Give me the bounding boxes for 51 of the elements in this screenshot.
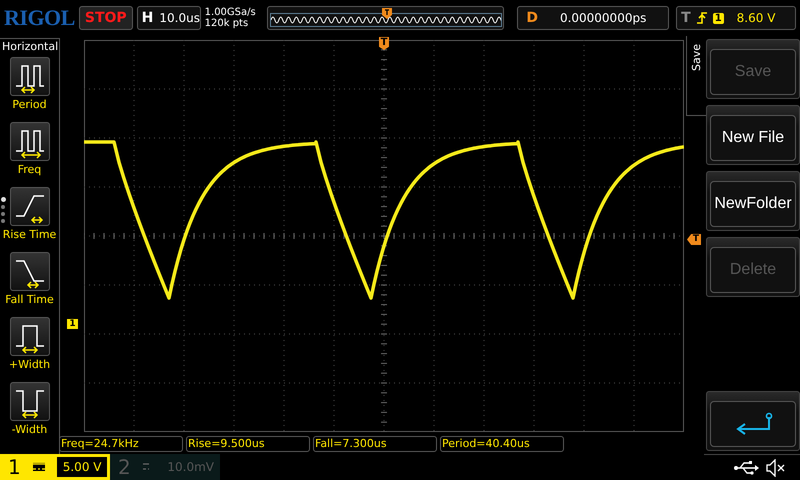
memory-depth: 120k pts [204, 18, 250, 29]
back-button[interactable] [710, 401, 796, 447]
measurement-readout: Period=40.40us [440, 436, 564, 452]
measure-label: Period [12, 98, 47, 111]
measure-label: Fall Time [5, 293, 54, 306]
trigger-level: 8.60 V [736, 11, 776, 25]
delay-value: 0.00000000ps [558, 11, 646, 25]
measure-label: Rise Time [2, 228, 56, 241]
channel-number: 2 [118, 455, 131, 479]
measure-button[interactable] [10, 57, 50, 96]
rising-edge-icon [696, 11, 708, 25]
measure-button[interactable] [10, 382, 50, 421]
softkey-button[interactable]: New File [710, 115, 796, 161]
waveform-thumbnail-icon [270, 13, 502, 27]
trigger-label: T [681, 10, 691, 26]
measure-label: Freq [18, 163, 42, 176]
trigger-panel[interactable]: T 1 8.60 V [676, 6, 796, 30]
delay-panel[interactable]: D 0.00000000ps [517, 6, 670, 30]
trigger-level-marker[interactable]: T [687, 234, 701, 245]
trigger-source: 1 [712, 12, 724, 24]
menu-title: Save [690, 44, 703, 72]
muted-speaker-icon [766, 458, 786, 476]
measure-button[interactable] [10, 122, 50, 161]
measurement-readout: Freq=24.7kHz [59, 436, 183, 452]
channel-scale: 5.00 V [56, 457, 108, 477]
channel-tab[interactable]: 1 5.00 V [0, 454, 110, 480]
measure-label: -Width [12, 423, 48, 436]
menu-title: Horizontal [1, 40, 58, 53]
channel-scale: 10.0mV [166, 459, 215, 476]
timebase-panel[interactable]: H 10.0us [136, 6, 201, 30]
delay-label: D [525, 10, 539, 26]
measure-label: +Width [8, 358, 50, 371]
measurement-readout: Fall=7.300us [313, 436, 437, 452]
usb-icon [734, 460, 760, 474]
trigger-position-icon [382, 8, 392, 19]
measure-button[interactable] [10, 187, 50, 226]
dc-coupling-icon [142, 463, 150, 471]
channel-offset-marker[interactable]: 1 [67, 319, 78, 329]
brand-logo: RIGOL [4, 5, 75, 31]
softkey-button[interactable]: NewFolder [710, 181, 796, 227]
sample-rate: 1.00GSa/s [204, 7, 257, 18]
measure-button[interactable] [10, 317, 50, 356]
timebase-label: H [140, 10, 154, 26]
trigger-position-marker[interactable]: T [379, 37, 389, 50]
page-indicator-icon [1, 197, 6, 223]
timebase-value: 10.0us [158, 11, 200, 25]
dc-coupling-icon [32, 463, 45, 471]
run-stop-status[interactable]: STOP [78, 6, 133, 30]
measurement-readout: Rise=9.500us [186, 436, 310, 452]
measure-button[interactable] [10, 252, 50, 291]
channel-number: 1 [8, 455, 21, 479]
